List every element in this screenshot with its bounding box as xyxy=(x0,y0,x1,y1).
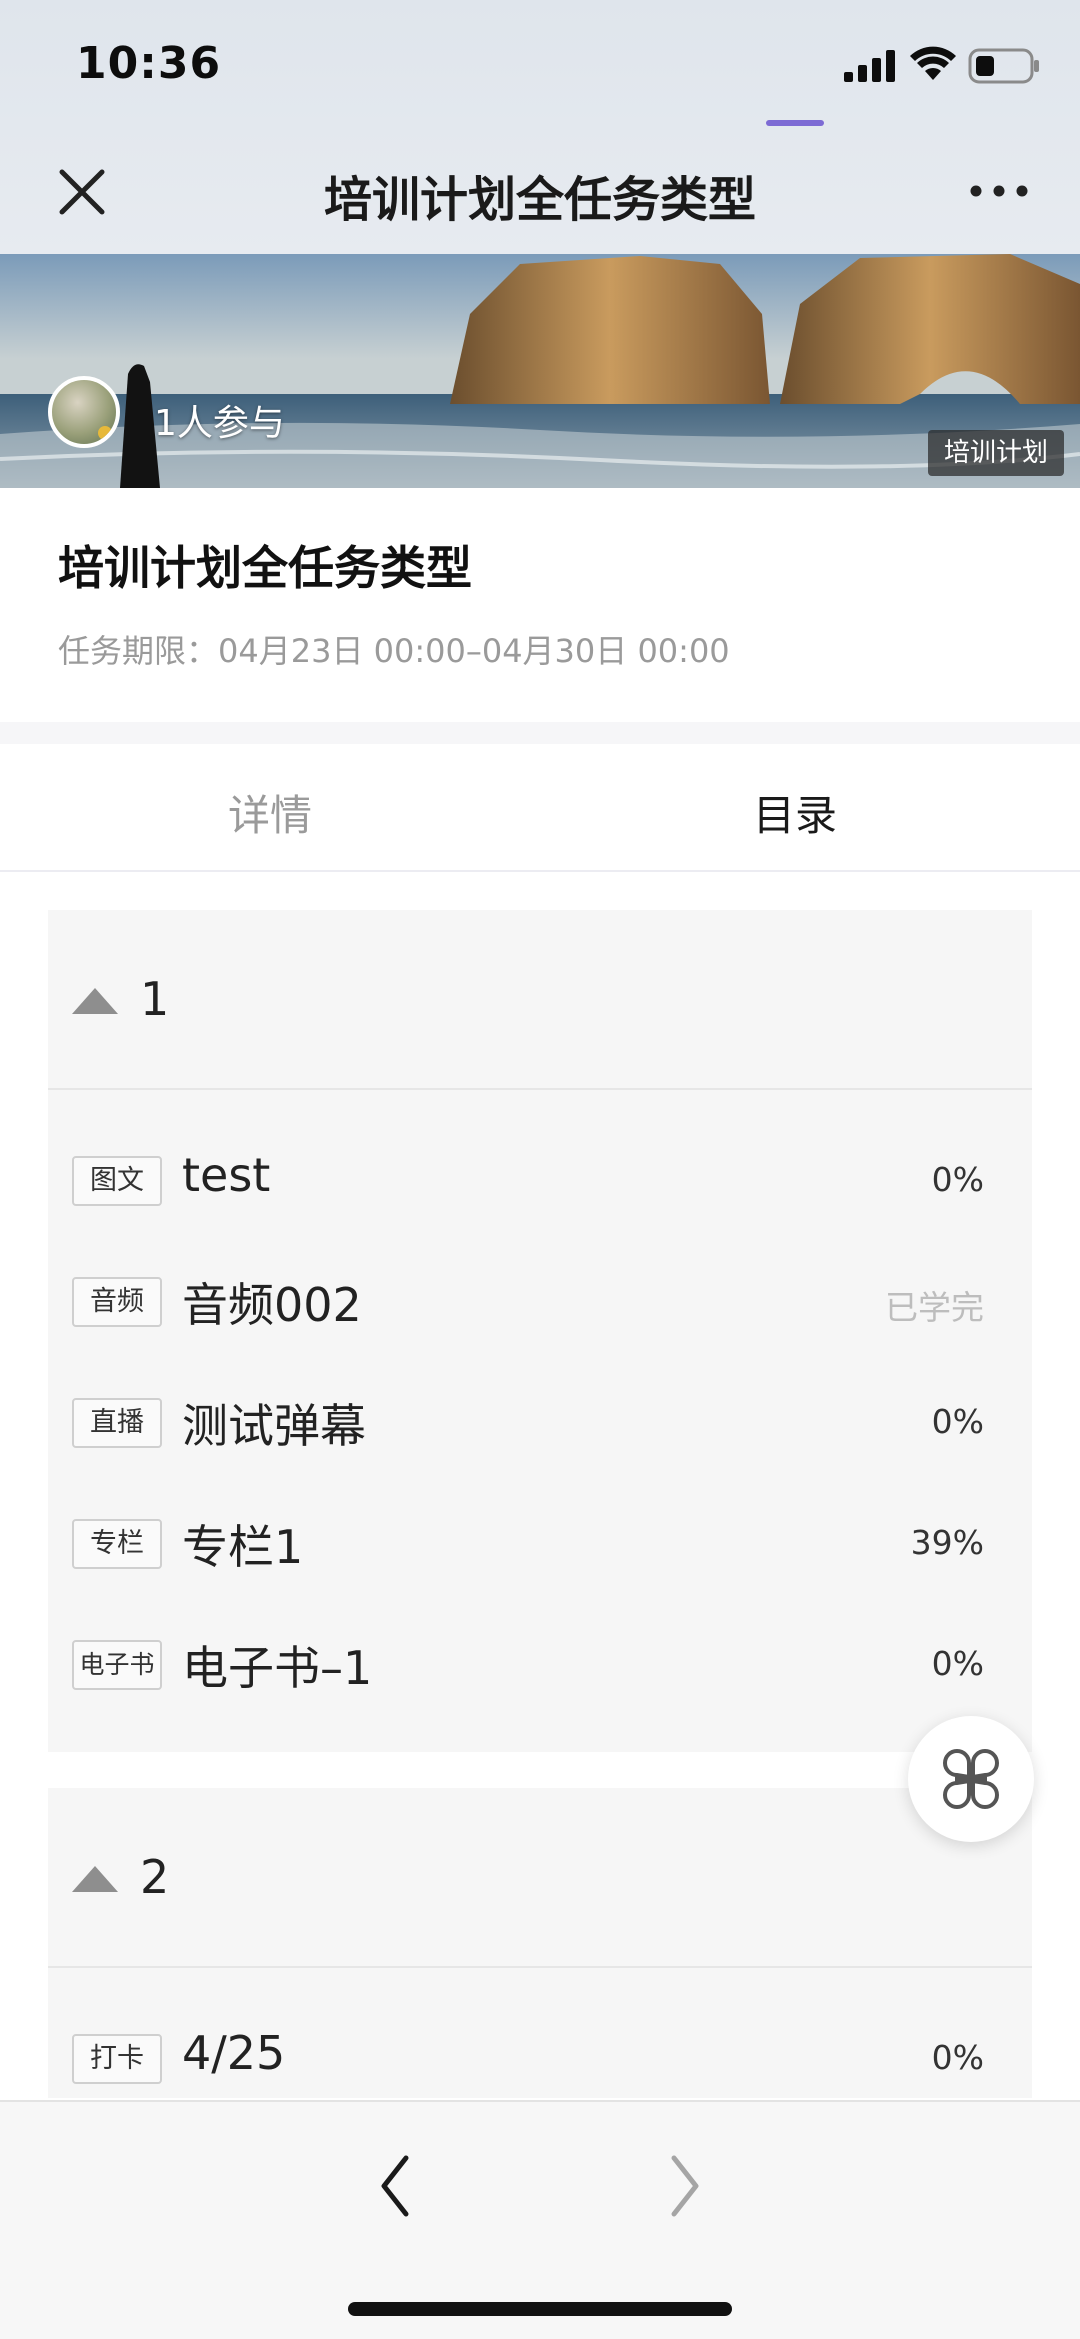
chapter-number: 2 xyxy=(140,1850,170,1904)
home-indicator xyxy=(348,2302,732,2316)
wifi-icon xyxy=(910,46,956,80)
item-progress: 已学完 xyxy=(885,1288,984,1327)
avatar xyxy=(48,376,120,448)
item-title: 测试弹幕 xyxy=(182,1399,366,1453)
list-item[interactable]: 直播 测试弹幕 0% xyxy=(48,1362,1032,1483)
item-title: 电子书–1 xyxy=(182,1641,373,1695)
chapter-2: 2 打卡 4/25 0% xyxy=(48,1788,1032,2098)
float-menu-button[interactable] xyxy=(908,1716,1034,1842)
close-icon[interactable] xyxy=(48,158,116,226)
cellular-signal-icon xyxy=(844,50,895,82)
item-type-tag: 专栏 xyxy=(72,1519,162,1569)
status-time: 10:36 xyxy=(76,38,222,89)
tab-label: 目录 xyxy=(752,791,837,840)
item-title: test xyxy=(182,1148,271,1202)
list-item[interactable]: 音频 音频002 已学完 xyxy=(48,1241,1032,1362)
chevron-left-icon[interactable] xyxy=(370,2146,420,2226)
type-badge: 培训计划 xyxy=(928,430,1065,476)
bottom-nav xyxy=(0,2100,1080,2339)
item-progress: 0% xyxy=(931,1644,984,1683)
plan-title: 培训计划全任务类型 xyxy=(58,541,472,595)
list-item[interactable]: 电子书 电子书–1 0% xyxy=(48,1604,1032,1725)
nav-bar: 培训计划全任务类型 xyxy=(0,130,1080,254)
list-item[interactable]: 专栏 专栏1 39% xyxy=(48,1483,1032,1604)
chapter-number: 1 xyxy=(140,972,170,1026)
item-type-tag: 音频 xyxy=(72,1277,162,1327)
chapter-header[interactable]: 1 xyxy=(48,910,1032,1090)
item-title: 音频002 xyxy=(182,1278,362,1332)
chapter-1: 1 图文 test 0% 音频 音频002 已学完 直播 测试弹幕 0% 专栏 … xyxy=(48,910,1032,1752)
page-title: 培训计划全任务类型 xyxy=(323,172,756,228)
item-type-tag: 图文 xyxy=(72,1156,162,1206)
plan-info: 培训计划全任务类型 任务期限：04月23日 00:00–04月30日 00:00 xyxy=(0,488,1080,722)
item-type-tag: 打卡 xyxy=(72,2034,162,2084)
chapter-item-list: 打卡 4/25 0% xyxy=(48,1968,1032,2119)
tab-label: 详情 xyxy=(227,791,312,840)
item-progress: 39% xyxy=(910,1523,984,1562)
item-progress: 0% xyxy=(931,1160,984,1199)
item-title: 4/25 xyxy=(182,2026,286,2080)
tab-catalog[interactable]: 目录 xyxy=(520,744,1070,870)
cover-image xyxy=(0,254,1080,488)
chevron-right-icon[interactable] xyxy=(660,2146,710,2226)
status-bar: 10:36 xyxy=(0,0,1080,130)
battery-icon xyxy=(968,48,1039,84)
item-progress: 0% xyxy=(931,1402,984,1441)
item-type-tag: 电子书 xyxy=(72,1640,162,1690)
triangle-up-icon xyxy=(72,1866,118,1892)
tab-details[interactable]: 详情 xyxy=(0,744,540,870)
item-title: 专栏1 xyxy=(182,1520,304,1574)
chapter-header[interactable]: 2 xyxy=(48,1788,1032,1968)
tab-bar: 详情 目录 xyxy=(0,744,1080,872)
chapter-item-list: 图文 test 0% 音频 音频002 已学完 直播 测试弹幕 0% 专栏 专栏… xyxy=(48,1090,1032,1725)
top-chrome: 10:36 培训计划全任务类型 xyxy=(0,0,1080,254)
cover-banner: 1人参与 培训计划 xyxy=(0,254,1080,488)
item-type-tag: 直播 xyxy=(72,1398,162,1448)
active-tab-indicator xyxy=(766,120,824,126)
triangle-up-icon xyxy=(72,988,118,1014)
clover-menu-icon xyxy=(943,1749,999,1809)
section-divider xyxy=(0,722,1080,744)
plan-deadline: 任务期限：04月23日 00:00–04月30日 00:00 xyxy=(58,632,730,670)
list-item[interactable]: 图文 test 0% xyxy=(48,1120,1032,1241)
more-icon[interactable] xyxy=(964,166,1034,216)
item-progress: 0% xyxy=(931,2038,984,2077)
participant-count: 1人参与 xyxy=(154,403,285,444)
